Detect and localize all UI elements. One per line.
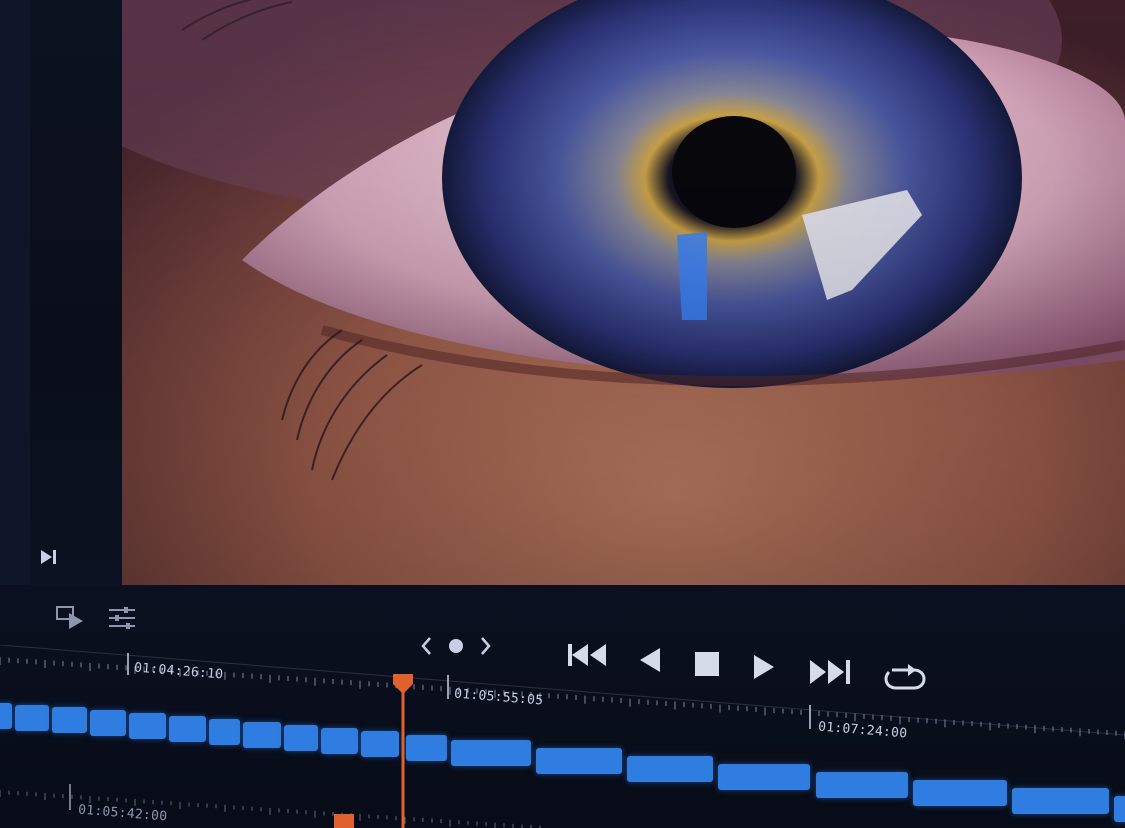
video-viewer[interactable] bbox=[122, 0, 1125, 655]
lower-timeline-ruler[interactable] bbox=[0, 770, 1125, 828]
playhead[interactable] bbox=[390, 672, 416, 828]
timeline-clip[interactable] bbox=[52, 707, 87, 733]
timeline-clip[interactable] bbox=[451, 740, 531, 766]
timeline-clip[interactable] bbox=[129, 713, 166, 739]
timeline-clip[interactable] bbox=[90, 710, 126, 736]
eye-video-frame bbox=[122, 0, 1125, 655]
timeline-clip[interactable] bbox=[15, 705, 49, 731]
timeline-clip[interactable] bbox=[243, 722, 281, 748]
left-panel-edge bbox=[0, 0, 30, 600]
timeline-clip[interactable] bbox=[321, 728, 358, 754]
timeline-clip[interactable] bbox=[169, 716, 206, 742]
timeline-clip[interactable] bbox=[0, 703, 12, 729]
timeline-clip[interactable] bbox=[284, 725, 318, 751]
skip-to-end-icon[interactable] bbox=[38, 546, 60, 568]
clip-to-timeline-icon[interactable] bbox=[55, 603, 87, 631]
sliders-icon[interactable] bbox=[106, 604, 138, 632]
timeline-clip[interactable] bbox=[209, 719, 240, 745]
